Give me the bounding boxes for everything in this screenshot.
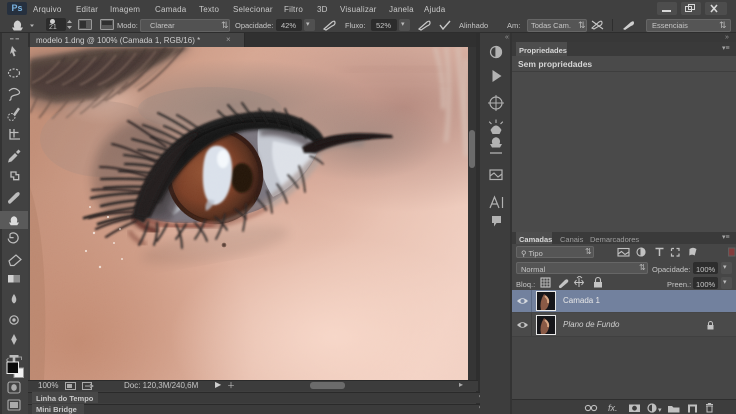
svg-text:▾: ▾	[658, 407, 662, 413]
svg-text:fx.: fx.	[608, 403, 618, 413]
